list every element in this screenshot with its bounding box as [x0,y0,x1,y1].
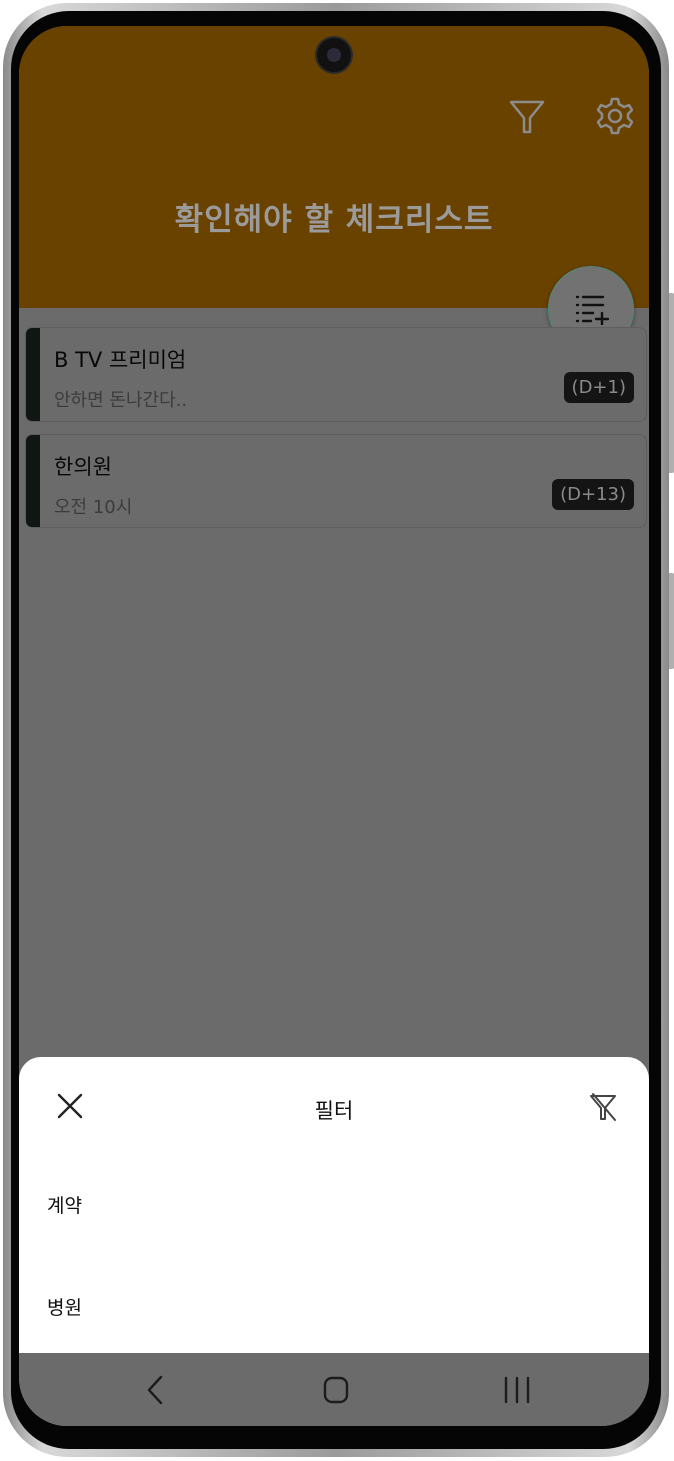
screen: 확인해야 할 체크리스트 B TV 프리미엄 안하면 돈나간다.. (D+1) … [19,26,649,1426]
category-color-bar [26,328,40,421]
gear-icon[interactable] [595,94,635,138]
list-item[interactable]: 한의원 오전 10시 (D+13) [25,434,647,528]
front-camera [317,38,351,72]
filter-icon[interactable] [507,94,547,138]
home-icon[interactable] [316,1373,356,1407]
item-subtitle: 오전 10시 [54,497,133,518]
list-item[interactable]: B TV 프리미엄 안하면 돈나간다.. (D+1) [25,327,647,422]
recents-icon[interactable] [497,1373,537,1407]
category-color-bar [26,435,40,527]
item-subtitle: 안하면 돈나간다.. [54,390,188,411]
back-icon[interactable] [135,1373,175,1407]
filter-option[interactable]: 병원 [47,1293,82,1320]
system-navigation-bar [19,1353,649,1426]
page-title: 확인해야 할 체크리스트 [174,202,494,238]
item-title: 한의원 [54,455,112,479]
item-title: B TV 프리미엄 [54,348,187,372]
filter-off-icon[interactable] [587,1091,619,1123]
filter-bottom-sheet: 필터 계약 병원 [19,1057,649,1353]
dday-badge: (D+13) [552,479,634,510]
app-header: 확인해야 할 체크리스트 [19,26,649,308]
power-button [669,573,674,669]
volume-button [669,293,674,473]
dday-badge: (D+1) [563,372,634,403]
add-list-icon [575,295,609,325]
filter-option[interactable]: 계약 [47,1191,82,1218]
sheet-title: 필터 [314,1099,354,1123]
